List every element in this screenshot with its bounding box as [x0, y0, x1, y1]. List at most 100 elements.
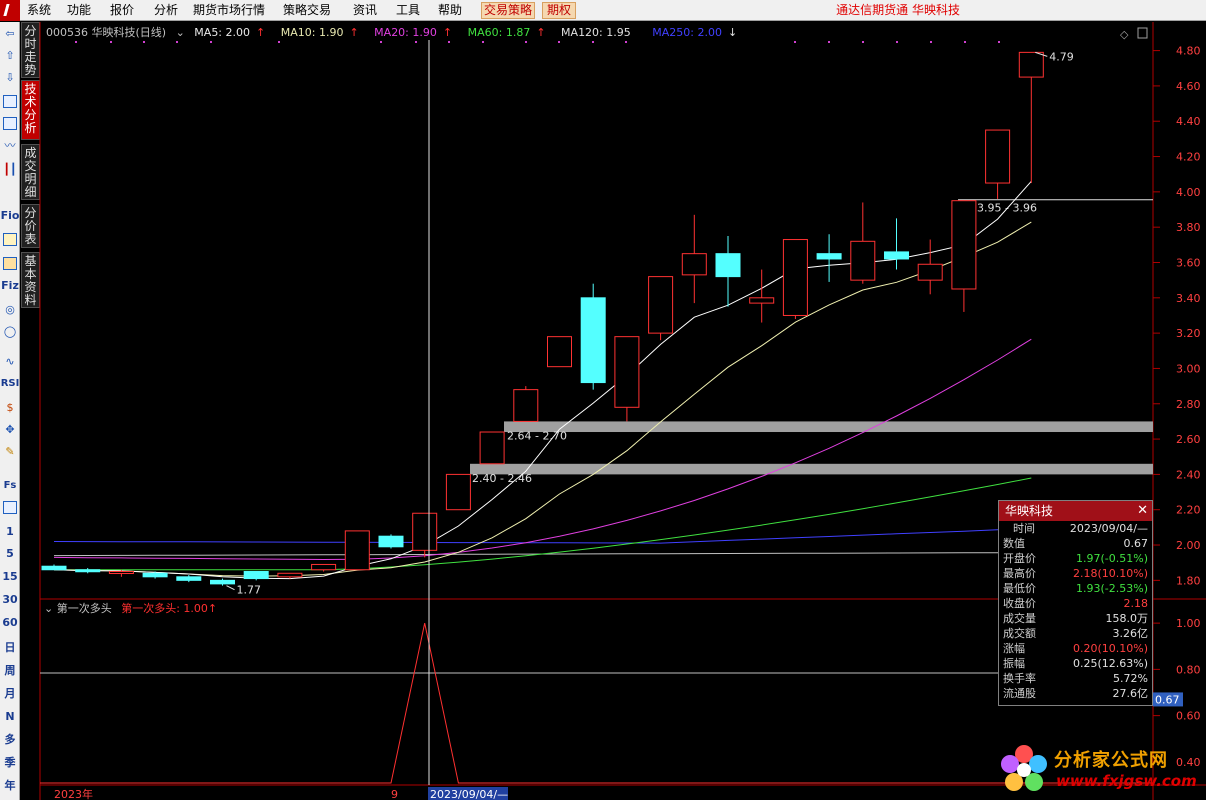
info-key: 换手率 [1003, 672, 1036, 685]
support-zone [504, 421, 1153, 433]
ma250-line [53, 528, 1032, 544]
signal-dot [862, 41, 864, 43]
candle-body [681, 253, 707, 276]
signal-dot [964, 41, 966, 43]
info-key: 涨幅 [1003, 642, 1025, 655]
chevron-down-icon[interactable]: ⌄ [44, 602, 53, 615]
watermark-title: 分析家公式网 [1054, 750, 1168, 771]
info-value: 3.26亿 [1112, 627, 1149, 640]
candle-body [1018, 51, 1044, 78]
signal-dot [110, 41, 112, 43]
candle-body [985, 129, 1011, 184]
zone-label: 3.95 - 3.96 [977, 201, 1037, 214]
candle-body [547, 336, 572, 368]
candle-body [513, 389, 539, 422]
low-pointer [226, 585, 235, 591]
price-tick-label: 3.00 [1176, 362, 1201, 375]
info-row: 开盘价 1.97(-0.51%) [999, 551, 1152, 566]
signal-dot [592, 41, 594, 43]
ma5-label: MA5: 2.00 ↑ [194, 26, 266, 39]
candle-body [176, 576, 202, 581]
diamond-icon[interactable]: ◇ [1120, 28, 1129, 41]
ind-tick-label: 1.00 [1176, 617, 1201, 630]
candle-body [75, 569, 101, 573]
signal-dot [278, 41, 280, 43]
info-row: 最低价 1.93(-2.53%) [999, 581, 1152, 596]
ma-legend: 000536 华映科技(日线) ⌄ MA5: 2.00 ↑ MA10: 1.90 ↑… [46, 24, 749, 39]
info-value: 27.6亿 [1112, 687, 1149, 700]
high-label: 4.79 [1049, 50, 1074, 63]
ma20-line [53, 338, 1032, 561]
info-row: 成交额 3.26亿 [999, 626, 1152, 641]
candle-body [311, 563, 337, 571]
signal-dot [380, 41, 382, 43]
candle-body [749, 297, 775, 304]
indicator-name: 第一次多头 [56, 602, 112, 615]
candle-body [782, 239, 808, 316]
info-value: 158.0万 [1105, 612, 1149, 625]
price-tick-label: 2.40 [1176, 468, 1201, 481]
info-panel-title: 华映科技 [1005, 504, 1054, 518]
info-key: 最高价 [1003, 567, 1036, 580]
info-row: 时间 2023/09/04/— [999, 521, 1152, 536]
candle-body [884, 251, 909, 260]
candle-body [715, 253, 741, 278]
signal-dot [210, 41, 212, 43]
chevron-down-icon[interactable]: ⌄ [176, 26, 185, 39]
signal-dot [143, 41, 145, 43]
price-tick-label: 2.60 [1176, 433, 1201, 446]
window-toggle-icon[interactable] [1137, 27, 1148, 39]
info-row: 收盘价 2.18 [999, 596, 1152, 611]
info-row: 最高价 2.18(10.10%) [999, 566, 1152, 581]
price-tick-label: 2.00 [1176, 539, 1201, 552]
info-value: 5.72% [1113, 672, 1148, 685]
watermark: 分析家公式网 www.fxjgsw.com [996, 740, 1206, 800]
ma20-label: MA20: 1.90 ↑ [374, 26, 453, 39]
signal-dot [75, 41, 77, 43]
info-value: 0.67 [1123, 537, 1149, 550]
indicator-arrow: ↑ [207, 602, 218, 615]
ma10-line [53, 221, 1032, 577]
info-row: 数值 0.67 [999, 536, 1152, 551]
close-icon[interactable]: ✕ [1137, 501, 1148, 521]
price-tick-label: 4.40 [1176, 115, 1201, 128]
candle-body [378, 535, 404, 548]
candle-body [917, 263, 943, 281]
flower-logo-icon [1001, 745, 1047, 791]
signal-dot [448, 41, 450, 43]
signal-dot [558, 41, 560, 43]
signal-dot [896, 41, 898, 43]
info-value: 0.25(12.63%) [1072, 657, 1148, 670]
ma60-line [54, 477, 1032, 571]
info-value: 2.18 [1123, 597, 1149, 610]
time-cursor-label: 2023/09/04/— [430, 788, 508, 800]
signal-dot [482, 41, 484, 43]
ma5-line [53, 180, 1032, 580]
indicator-line [40, 623, 1153, 784]
indicator-legend: ⌄ 第一次多头 第一次多头: 1.00↑ [44, 600, 217, 615]
info-row: 涨幅 0.20(10.10%) [999, 641, 1152, 656]
info-key: 时间 [1013, 522, 1035, 535]
time-axis-year: 2023年 [54, 787, 93, 800]
info-key: 数值 [1003, 537, 1025, 550]
price-tick-label: 3.60 [1176, 256, 1201, 269]
ma120-label: MA120: 1.95 [561, 26, 631, 39]
ma10-label: MA10: 1.90 ↑ [280, 26, 359, 39]
price-tick-label: 3.20 [1176, 327, 1201, 340]
candle-body [951, 200, 977, 290]
signal-dot [998, 41, 1000, 43]
time-axis-month: 9 [391, 788, 398, 800]
ma60-label: MA60: 1.87 ↑ [467, 26, 546, 39]
signal-dot [930, 41, 932, 43]
stock-code-name: 000536 华映科技(日线) [46, 26, 167, 39]
candle-body [210, 579, 235, 585]
candle-body [816, 253, 842, 260]
candle-body [142, 572, 168, 578]
low-label: 1.77 [237, 584, 262, 597]
signal-dot [828, 41, 830, 43]
price-tick-label: 4.20 [1176, 151, 1201, 164]
info-panel-header: 华映科技 ✕ [999, 501, 1152, 521]
support-zone [470, 463, 1153, 475]
info-row: 换手率 5.72% [999, 671, 1152, 686]
info-row: 成交量 158.0万 [999, 611, 1152, 626]
